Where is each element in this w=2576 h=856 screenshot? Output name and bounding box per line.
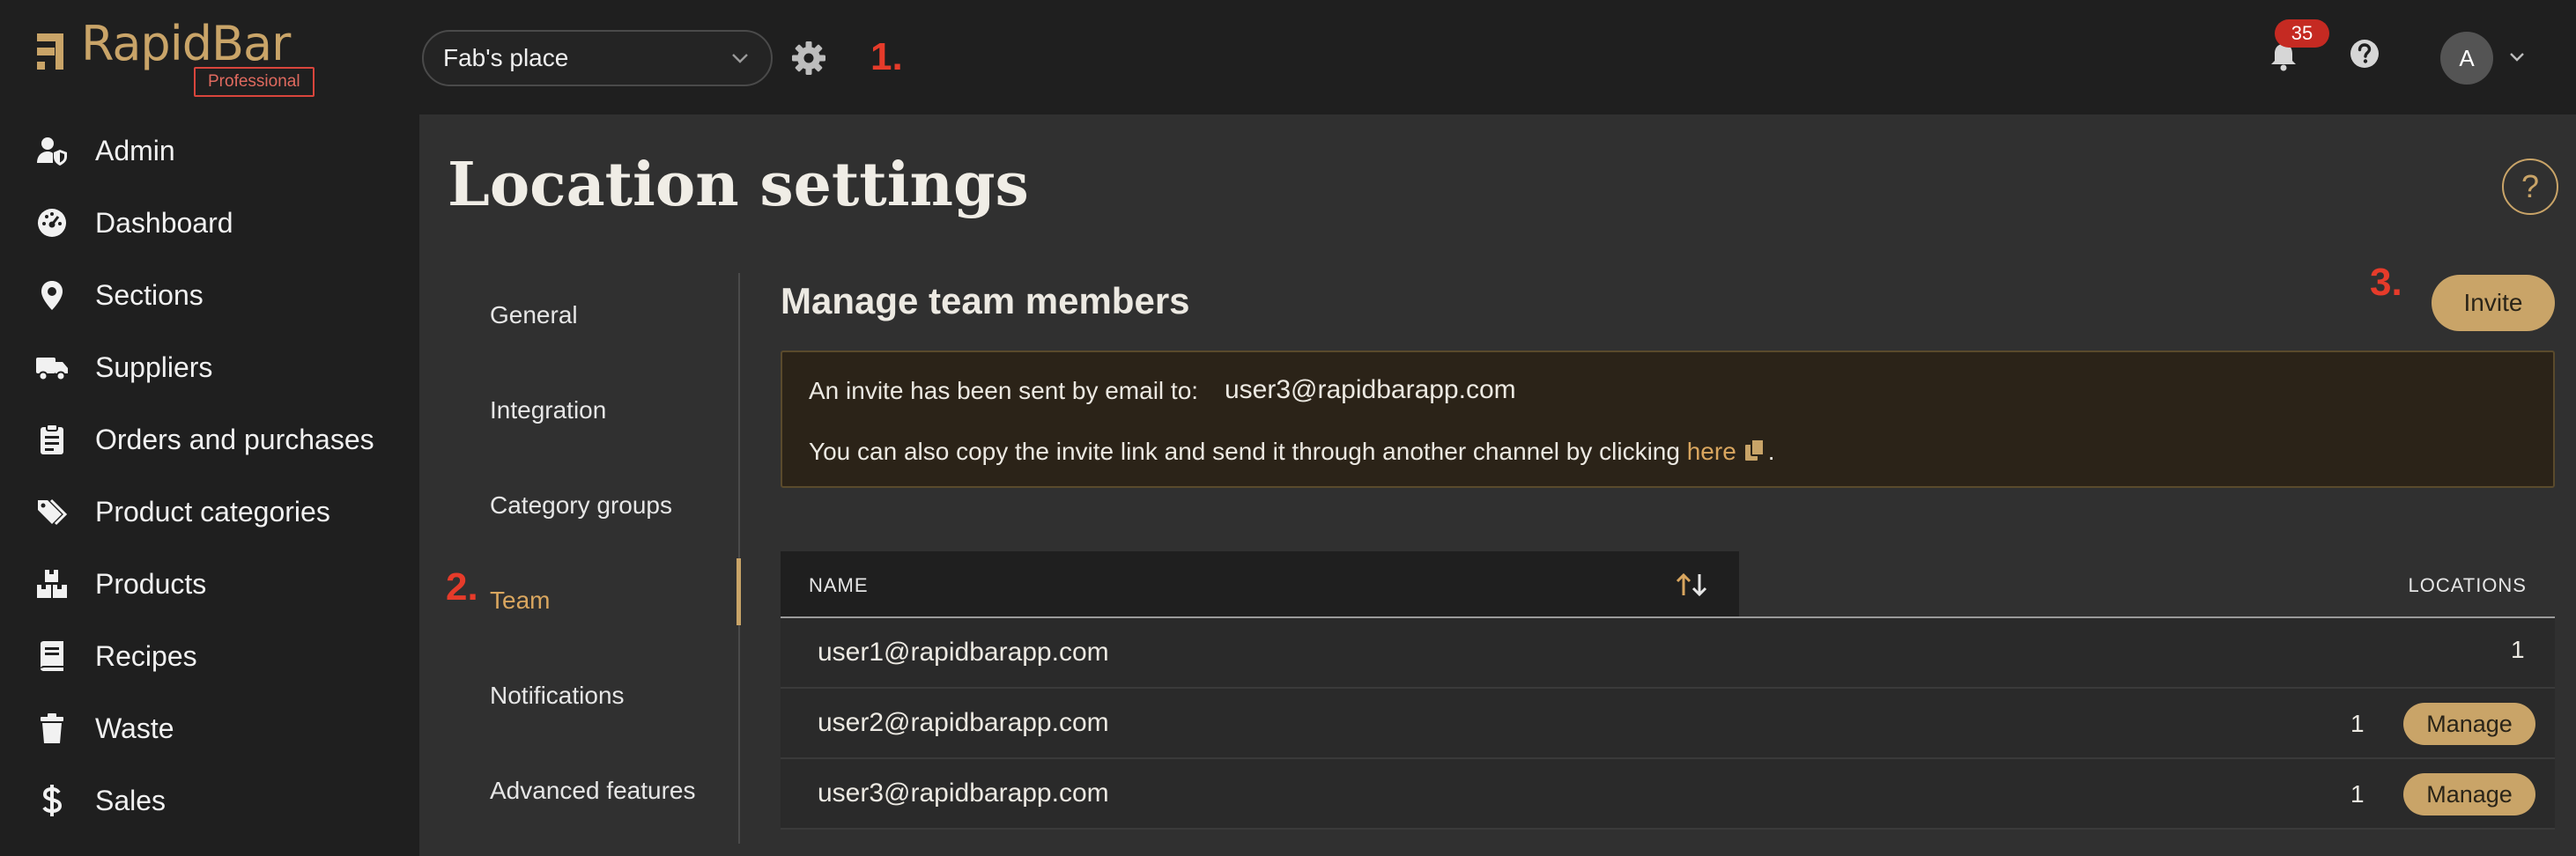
tab-notifications[interactable]: Notifications	[490, 682, 625, 710]
sidebar-item-suppliers[interactable]: Suppliers	[35, 341, 405, 394]
sidebar-item-label: Products	[95, 567, 207, 600]
team-table: NAME LOCATIONS user1@rapidbarapp.com 1 u…	[781, 551, 2555, 830]
table-row: user3@rapidbarapp.com 1 Manage	[781, 759, 2555, 830]
location-select[interactable]: Fab's place	[422, 30, 773, 86]
clipboard-icon	[35, 422, 76, 457]
sidebar-item-sections[interactable]: Sections	[35, 269, 405, 321]
sidebar-item-label: Recipes	[95, 639, 197, 672]
truck-icon	[35, 350, 76, 385]
user-avatar[interactable]: A	[2440, 32, 2493, 85]
logo-mark-icon	[37, 33, 63, 70]
rapidbar-logo[interactable]: RapidBar Professional	[35, 16, 326, 100]
sidebar-item-label: Waste	[95, 712, 174, 744]
column-header-name[interactable]: NAME	[781, 551, 1739, 618]
sidebar-item-label: Suppliers	[95, 351, 213, 383]
chevron-down-icon[interactable]	[2506, 46, 2528, 69]
boxes-icon	[35, 566, 76, 601]
sidebar-item-label: Admin	[95, 134, 175, 166]
logo-text: RapidBar	[81, 16, 291, 71]
step-2-annotation: 2.	[446, 565, 478, 609]
invite-button[interactable]: Invite	[2432, 275, 2555, 331]
chevron-down-icon	[732, 54, 748, 63]
dollar-icon	[35, 783, 76, 818]
user-shield-icon	[35, 133, 76, 168]
gear-icon[interactable]	[789, 39, 828, 77]
question-icon[interactable]	[2347, 36, 2382, 71]
sidebar-item-label: Sections	[95, 278, 204, 311]
sidebar-item-label: Orders and purchases	[95, 423, 374, 455]
member-email: user3@rapidbarapp.com	[818, 779, 1109, 808]
gauge-icon	[35, 205, 76, 240]
section-title: Manage team members	[781, 280, 1190, 321]
member-email: user2@rapidbarapp.com	[818, 708, 1109, 737]
member-email: user1@rapidbarapp.com	[818, 638, 1109, 667]
invite-link-prefix: You can also copy the invite link and se…	[809, 438, 1680, 465]
invite-notice: An invite has been sent by email to: use…	[781, 351, 2555, 488]
trash-icon	[35, 711, 76, 746]
step-3-annotation: 3.	[2370, 261, 2402, 304]
location-count: 1	[2511, 636, 2525, 663]
sidebar: Admin Dashboard Sections Suppliers Order…	[0, 114, 419, 856]
invited-email: user3@rapidbarapp.com	[1225, 375, 1516, 404]
page-title: Location settings	[448, 150, 1029, 220]
step-1-annotation: 1.	[870, 35, 903, 78]
tab-integration[interactable]: Integration	[490, 396, 606, 424]
sidebar-item-product-categories[interactable]: Product categories	[35, 485, 405, 538]
sidebar-item-orders[interactable]: Orders and purchases	[35, 413, 405, 466]
sort-icon[interactable]	[1672, 569, 1711, 601]
copy-invite-link[interactable]: here	[1687, 438, 1736, 465]
book-icon	[35, 638, 76, 674]
copy-icon[interactable]	[1742, 437, 1768, 463]
location-count: 1	[2350, 710, 2365, 737]
question-circle-icon[interactable]: ?	[2502, 159, 2558, 215]
tags-icon	[35, 494, 76, 529]
table-row: user2@rapidbarapp.com 1 Manage	[781, 689, 2555, 759]
sidebar-item-label: Dashboard	[95, 206, 233, 239]
column-header-name-label: NAME	[809, 574, 869, 596]
sidebar-item-waste[interactable]: Waste	[35, 702, 405, 755]
table-header: NAME LOCATIONS	[781, 551, 2555, 620]
plan-badge: Professional	[194, 67, 315, 97]
location-select-value: Fab's place	[443, 44, 569, 71]
sidebar-item-products[interactable]: Products	[35, 557, 405, 610]
table-row: user1@rapidbarapp.com 1	[781, 618, 2555, 689]
invite-notice-text: An invite has been sent by email to:	[809, 377, 1199, 404]
sidebar-item-admin[interactable]: Admin	[35, 124, 405, 177]
location-count: 1	[2350, 780, 2365, 808]
sidebar-item-recipes[interactable]: Recipes	[35, 630, 405, 683]
sidebar-item-sales[interactable]: Sales	[35, 774, 405, 827]
sidebar-item-label: Sales	[95, 784, 167, 816]
invite-link-text: You can also copy the invite link and se…	[809, 437, 1775, 466]
top-bar: RapidBar Professional Fab's place 1. 35 …	[0, 0, 2576, 114]
tab-advanced-features[interactable]: Advanced features	[490, 777, 696, 805]
manage-button[interactable]: Manage	[2403, 773, 2535, 815]
manage-button[interactable]: Manage	[2403, 703, 2535, 745]
active-tab-indicator	[737, 558, 741, 625]
settings-nav: General Integration Category groups Team…	[448, 273, 738, 844]
tab-team[interactable]: Team	[490, 587, 550, 615]
tab-general[interactable]: General	[490, 301, 578, 329]
tab-category-groups[interactable]: Category groups	[490, 491, 672, 520]
sidebar-item-dashboard[interactable]: Dashboard	[35, 196, 405, 249]
notification-count-badge: 35	[2275, 19, 2329, 48]
column-header-locations[interactable]: LOCATIONS	[2408, 574, 2527, 597]
map-pin-icon	[35, 277, 76, 313]
sidebar-item-label: Product categories	[95, 495, 330, 528]
invite-link-suffix: .	[1767, 438, 1775, 465]
main-content: Location settings ? General Integration …	[419, 114, 2576, 856]
